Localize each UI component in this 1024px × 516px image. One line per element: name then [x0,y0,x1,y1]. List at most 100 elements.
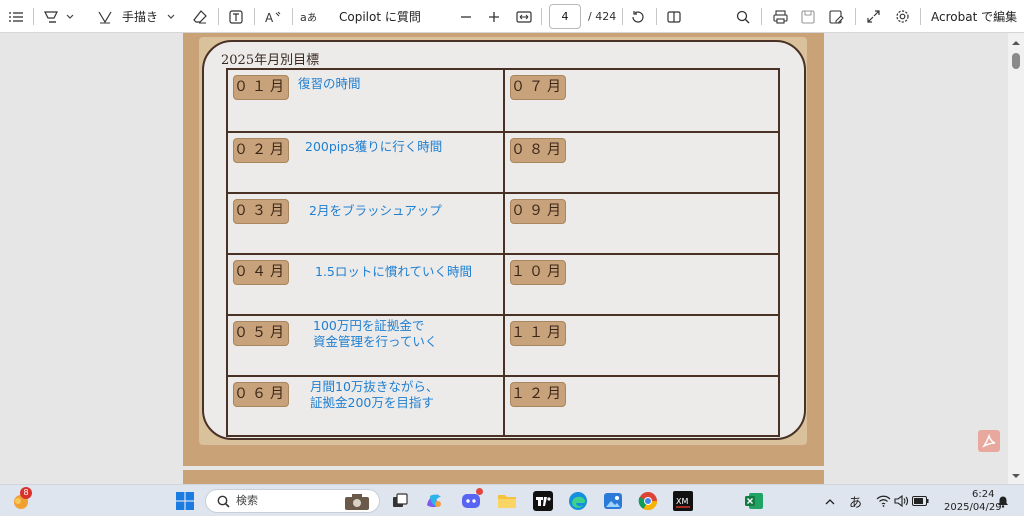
month-goal: 200pips獲りに行く時間 [305,139,443,154]
month-cell-05: ０５月 100万円を証拠金で 資金管理を行っていく [228,316,503,377]
discord-alert-dot [476,488,483,495]
toolbar-separator [761,8,762,25]
app-window: 手描き A aあ Copilot に質問 4 / 424 Acrobat で編集… [0,0,1024,516]
month-cell-02: ０２月 200pips獲りに行く時間 [228,133,503,194]
tray-chevron-up-icon[interactable] [822,489,838,513]
taskbar-search-input[interactable]: 検索 [205,489,380,513]
acrobat-logo-icon[interactable] [978,430,1000,452]
photos-icon[interactable] [601,489,625,513]
save-icon[interactable] [799,0,817,33]
month-goal: 100万円を証拠金で 資金管理を行っていく [313,318,438,349]
month-goal: 2月をブラッシュアップ [309,203,442,218]
month-cell-11: １１月 [505,316,780,377]
xm-trading-icon[interactable]: XM [671,489,695,513]
rotate-icon[interactable] [629,0,647,33]
edge-browser-icon[interactable] [566,489,590,513]
toolbar-separator [656,8,657,25]
windows-taskbar: 8 検索 XM あ 6:24 2025/04/29 [0,484,1024,516]
zoom-out-icon[interactable] [459,0,473,33]
toolbar-separator [920,8,921,25]
draw-pen-icon[interactable] [96,0,114,33]
month-cell-12: １２月 [505,377,780,438]
translate-icon[interactable]: aあ [299,0,319,33]
month-goal: 月間10万抜きながら、 証拠金200万を目指す [310,379,439,410]
zoom-in-icon[interactable] [487,0,501,33]
gear-icon[interactable] [893,0,911,33]
month-cell-10: １０月 [505,255,780,316]
edit-in-acrobat-button[interactable]: Acrobat で編集 [931,0,1017,33]
month-cell-06: ０６月 月間10万抜きながら、 証拠金200万を目指す [228,377,503,438]
month-goal: 1.5ロットに慣れていく時間 [315,264,473,279]
expand-icon[interactable] [864,0,882,33]
month-label: １０月 [510,260,566,285]
file-explorer-icon[interactable] [495,489,519,513]
month-cell-03: ０３月 2月をブラッシュアップ [228,194,503,255]
print-icon[interactable] [771,0,789,33]
page-number-input[interactable]: 4 [549,4,581,29]
toolbar-separator [33,8,34,25]
pdf-toolbar: 手描き A aあ Copilot に質問 4 / 424 Acrobat で編集 [0,0,1024,33]
scroll-thumb[interactable] [1012,53,1020,69]
wifi-icon[interactable] [874,489,892,513]
chevron-down-icon[interactable] [64,0,76,33]
month-label: ０６月 [233,382,289,407]
month-cell-01: ０１月 復習の時間 [228,70,503,131]
toolbar-separator [541,8,542,25]
toolbar-separator [855,8,856,25]
search-placeholder: 検索 [236,494,258,507]
scroll-up-arrow-icon[interactable] [1008,35,1024,49]
contents-list-icon[interactable] [6,0,26,33]
excel-icon[interactable] [742,489,766,513]
month-cell-04: ０４月 1.5ロットに慣れていく時間 [228,255,503,316]
save-as-icon[interactable] [827,0,845,33]
svg-text:a: a [300,11,307,24]
month-label: ０７月 [510,75,566,100]
svg-text:あ: あ [307,12,317,24]
scroll-down-arrow-icon[interactable] [1008,468,1024,482]
highlighter-icon[interactable] [42,0,60,33]
toolbar-separator [292,8,293,25]
clock-date[interactable]: 2025/04/29 [944,502,1002,513]
month-grid: ０１月 復習の時間 ０２月 200pips獲りに行く時間 ０３月 2月をブラッシ… [226,68,780,437]
month-cell-08: ０８月 [505,133,780,194]
toolbar-separator [622,8,623,25]
copilot-button[interactable]: Copilot に質問 [339,0,421,33]
next-pdf-page [183,470,824,484]
svg-text:A: A [265,11,274,24]
month-label: ０４月 [233,260,289,285]
eraser-icon[interactable] [191,0,209,33]
search-icon[interactable] [734,0,752,33]
search-highlight-icon [345,494,369,510]
toolbar-separator [254,8,255,25]
document-viewer: 2025年月別目標 ０１月 復習の時間 ０２月 200pips獲りに行く時間 ０… [0,33,1024,484]
chrome-browser-icon[interactable] [636,489,660,513]
page-view-icon[interactable] [665,0,683,33]
ime-indicator[interactable]: あ [849,492,862,511]
task-view-icon[interactable] [388,489,412,513]
svg-text:XM: XM [676,497,688,506]
battery-icon[interactable] [910,489,930,513]
month-cell-07: ０７月 [505,70,780,131]
chevron-down-icon[interactable] [165,0,177,33]
text-box-icon[interactable] [227,0,245,33]
notification-bell-icon[interactable] [994,489,1012,513]
start-button-icon[interactable] [173,489,197,513]
month-goal: 復習の時間 [298,76,361,91]
draw-button-label[interactable]: 手描き [120,0,160,33]
toolbar-separator [218,8,219,25]
read-aloud-icon[interactable]: A [263,0,283,33]
pdf-page: 2025年月別目標 ０１月 復習の時間 ０２月 200pips獲りに行く時間 ０… [183,33,824,466]
month-label: ０８月 [510,138,566,163]
fit-width-icon[interactable] [514,0,534,33]
month-label: １２月 [510,382,566,407]
copilot-app-icon[interactable] [422,489,446,513]
tradingview-icon[interactable] [531,489,555,513]
month-cell-09: ０９月 [505,194,780,255]
month-label: ０１月 [233,75,289,100]
vertical-scrollbar[interactable] [1008,33,1024,484]
document-title: 2025年月別目標 [221,53,320,68]
month-label: ０３月 [233,199,289,224]
clock-time[interactable]: 6:24 [972,489,994,500]
page-total: / 424 [588,10,617,23]
volume-icon[interactable] [892,489,910,513]
